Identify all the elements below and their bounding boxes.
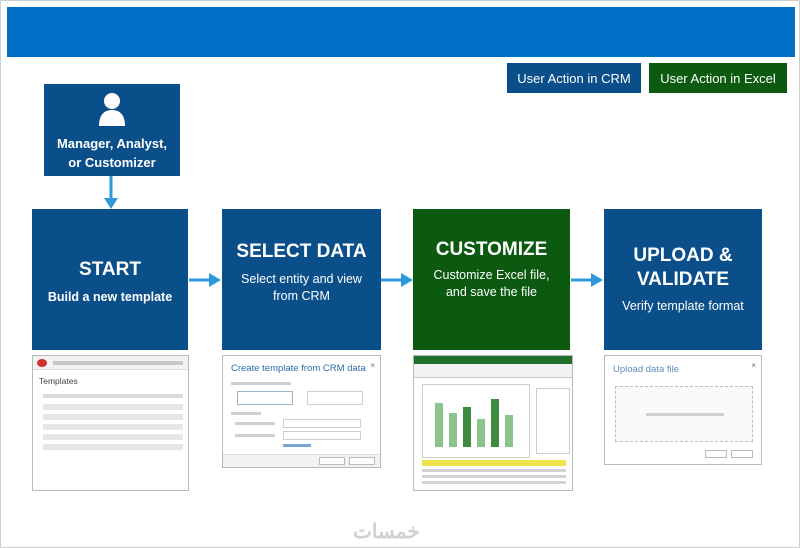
thumb-select-header: Create template from CRM data — [231, 363, 366, 374]
legend-excel: User Action in Excel — [649, 63, 787, 93]
drop-zone — [615, 386, 753, 442]
actor-line-1: Manager, Analyst, — [56, 136, 168, 151]
step-customize-title: CUSTOMIZE — [435, 239, 548, 260]
step-customize: CUSTOMIZE Customize Excel file, and save… — [413, 209, 570, 350]
step-upload-title-1: UPLOAD & — [633, 245, 733, 266]
thumb-templates-screen: Templates — [32, 355, 189, 491]
thumb-templates-header: Templates — [39, 376, 78, 386]
down-arrow-icon — [104, 176, 118, 209]
step-start-title: START — [79, 259, 141, 280]
step-customize-subtitle-2: and save the file — [445, 285, 538, 299]
thumb-upload-header: Upload data file — [613, 364, 680, 375]
step-select-title: SELECT DATA — [236, 241, 367, 262]
user-icon — [99, 93, 125, 126]
actor-line-2: or Customizer — [68, 155, 156, 170]
step-select-subtitle-1: Select entity and view — [241, 272, 362, 286]
close-icon: × — [751, 361, 756, 370]
step-select-subtitle-2: from CRM — [273, 289, 330, 303]
step-upload-title-2: VALIDATE — [636, 269, 730, 290]
right-arrow-icon — [381, 273, 413, 287]
legend-crm-label: User Action in CRM — [517, 70, 631, 86]
crm-logo-icon — [37, 359, 47, 367]
thumb-upload-dialog: Upload data file × — [604, 355, 762, 465]
thumb-excel-sheet — [413, 355, 573, 491]
actor-box: Manager, Analyst, or Customizer — [44, 84, 180, 176]
right-arrow-icon — [189, 273, 221, 287]
header-bar — [7, 7, 795, 57]
close-icon: × — [370, 361, 375, 370]
step-select-data: SELECT DATA Select entity and view from … — [222, 209, 381, 350]
watermark-text: خمسات — [353, 521, 420, 543]
diagram-frame: User Action in CRM User Action in Excel … — [0, 0, 800, 548]
step-start: START Build a new template — [32, 209, 188, 350]
legend-crm: User Action in CRM — [507, 63, 641, 93]
step-upload-subtitle: Verify template format — [622, 299, 744, 313]
step-upload-validate: UPLOAD & VALIDATE Verify template format — [604, 209, 762, 350]
right-arrow-icon — [571, 273, 603, 287]
step-customize-subtitle-1: Customize Excel file, — [433, 268, 550, 282]
step-start-subtitle: Build a new template — [47, 290, 173, 304]
thumb-select-data-dialog: Create template from CRM data × — [222, 355, 381, 468]
excel-chart — [422, 384, 530, 458]
legend-excel-label: User Action in Excel — [660, 70, 776, 86]
